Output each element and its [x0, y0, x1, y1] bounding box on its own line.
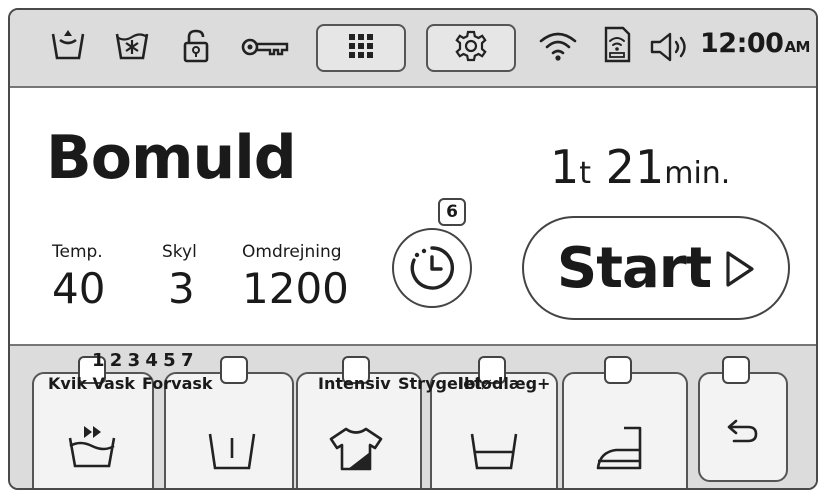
option-digits: 1 2 3 4 5 7 [92, 350, 193, 371]
settings-gear-icon [455, 30, 487, 66]
soak-label: Iblødlæg+ [458, 374, 551, 393]
option-checkbox[interactable] [604, 356, 632, 384]
key-icon [240, 36, 290, 62]
intensive-shirt-icon [328, 426, 384, 476]
apps-grid-button[interactable] [316, 24, 406, 72]
clock-ampm: AM [784, 38, 810, 56]
time-hours: 1 [550, 140, 580, 194]
delay-timer-button[interactable] [392, 228, 472, 308]
delay-timer-icon [407, 243, 457, 297]
quick-wash-icon [66, 424, 118, 474]
prewash-icon [206, 430, 258, 476]
start-label: Start [556, 235, 712, 301]
apps-grid-icon [348, 33, 374, 63]
time-minutes-unit: min. [664, 156, 731, 191]
settings-button[interactable] [426, 24, 516, 72]
temp-label: Temp. [52, 242, 103, 262]
option-checkbox[interactable] [220, 356, 248, 384]
time-minutes: 21 [605, 140, 665, 194]
quick-wash-label: Kvik Vask [48, 374, 135, 393]
time-hours-unit: t [579, 156, 592, 191]
delay-timer-badge: 6 [438, 198, 466, 226]
start-button[interactable]: Start [522, 216, 790, 320]
clock: 12:00AM [700, 28, 810, 59]
rinse-value[interactable]: 3 [168, 268, 195, 310]
soak-icon [468, 430, 520, 476]
temp-value[interactable]: 40 [52, 268, 105, 310]
option-checkbox[interactable] [722, 356, 750, 384]
option-iron[interactable] [562, 356, 688, 488]
smart-control-icon [602, 26, 632, 68]
play-triangle-icon [725, 250, 755, 292]
rinse-label: Skyl [162, 242, 197, 262]
iron-icon [594, 424, 654, 478]
prewash-label: Forvask [142, 374, 213, 393]
spin-label: Omdrejning [242, 242, 342, 262]
time-remaining: 1t 21min. [550, 144, 730, 190]
spin-value[interactable]: 1200 [242, 268, 349, 310]
program-name[interactable]: Bomuld [46, 128, 297, 188]
wifi-icon [538, 30, 578, 66]
clock-time: 12:00 [700, 28, 784, 59]
washer-display: 12:00AM Bomuld 1t 21min. Temp. 40 Skyl 3… [8, 8, 818, 490]
volume-icon [650, 32, 694, 66]
child-lock-icon [182, 28, 210, 68]
wash-tub-icon [50, 28, 86, 66]
back-arrow-icon [726, 418, 760, 448]
back-button[interactable] [698, 356, 788, 482]
status-bar: 12:00AM [10, 10, 816, 88]
intensive-label: Intensiv [318, 374, 391, 393]
cold-wash-icon [114, 28, 150, 66]
